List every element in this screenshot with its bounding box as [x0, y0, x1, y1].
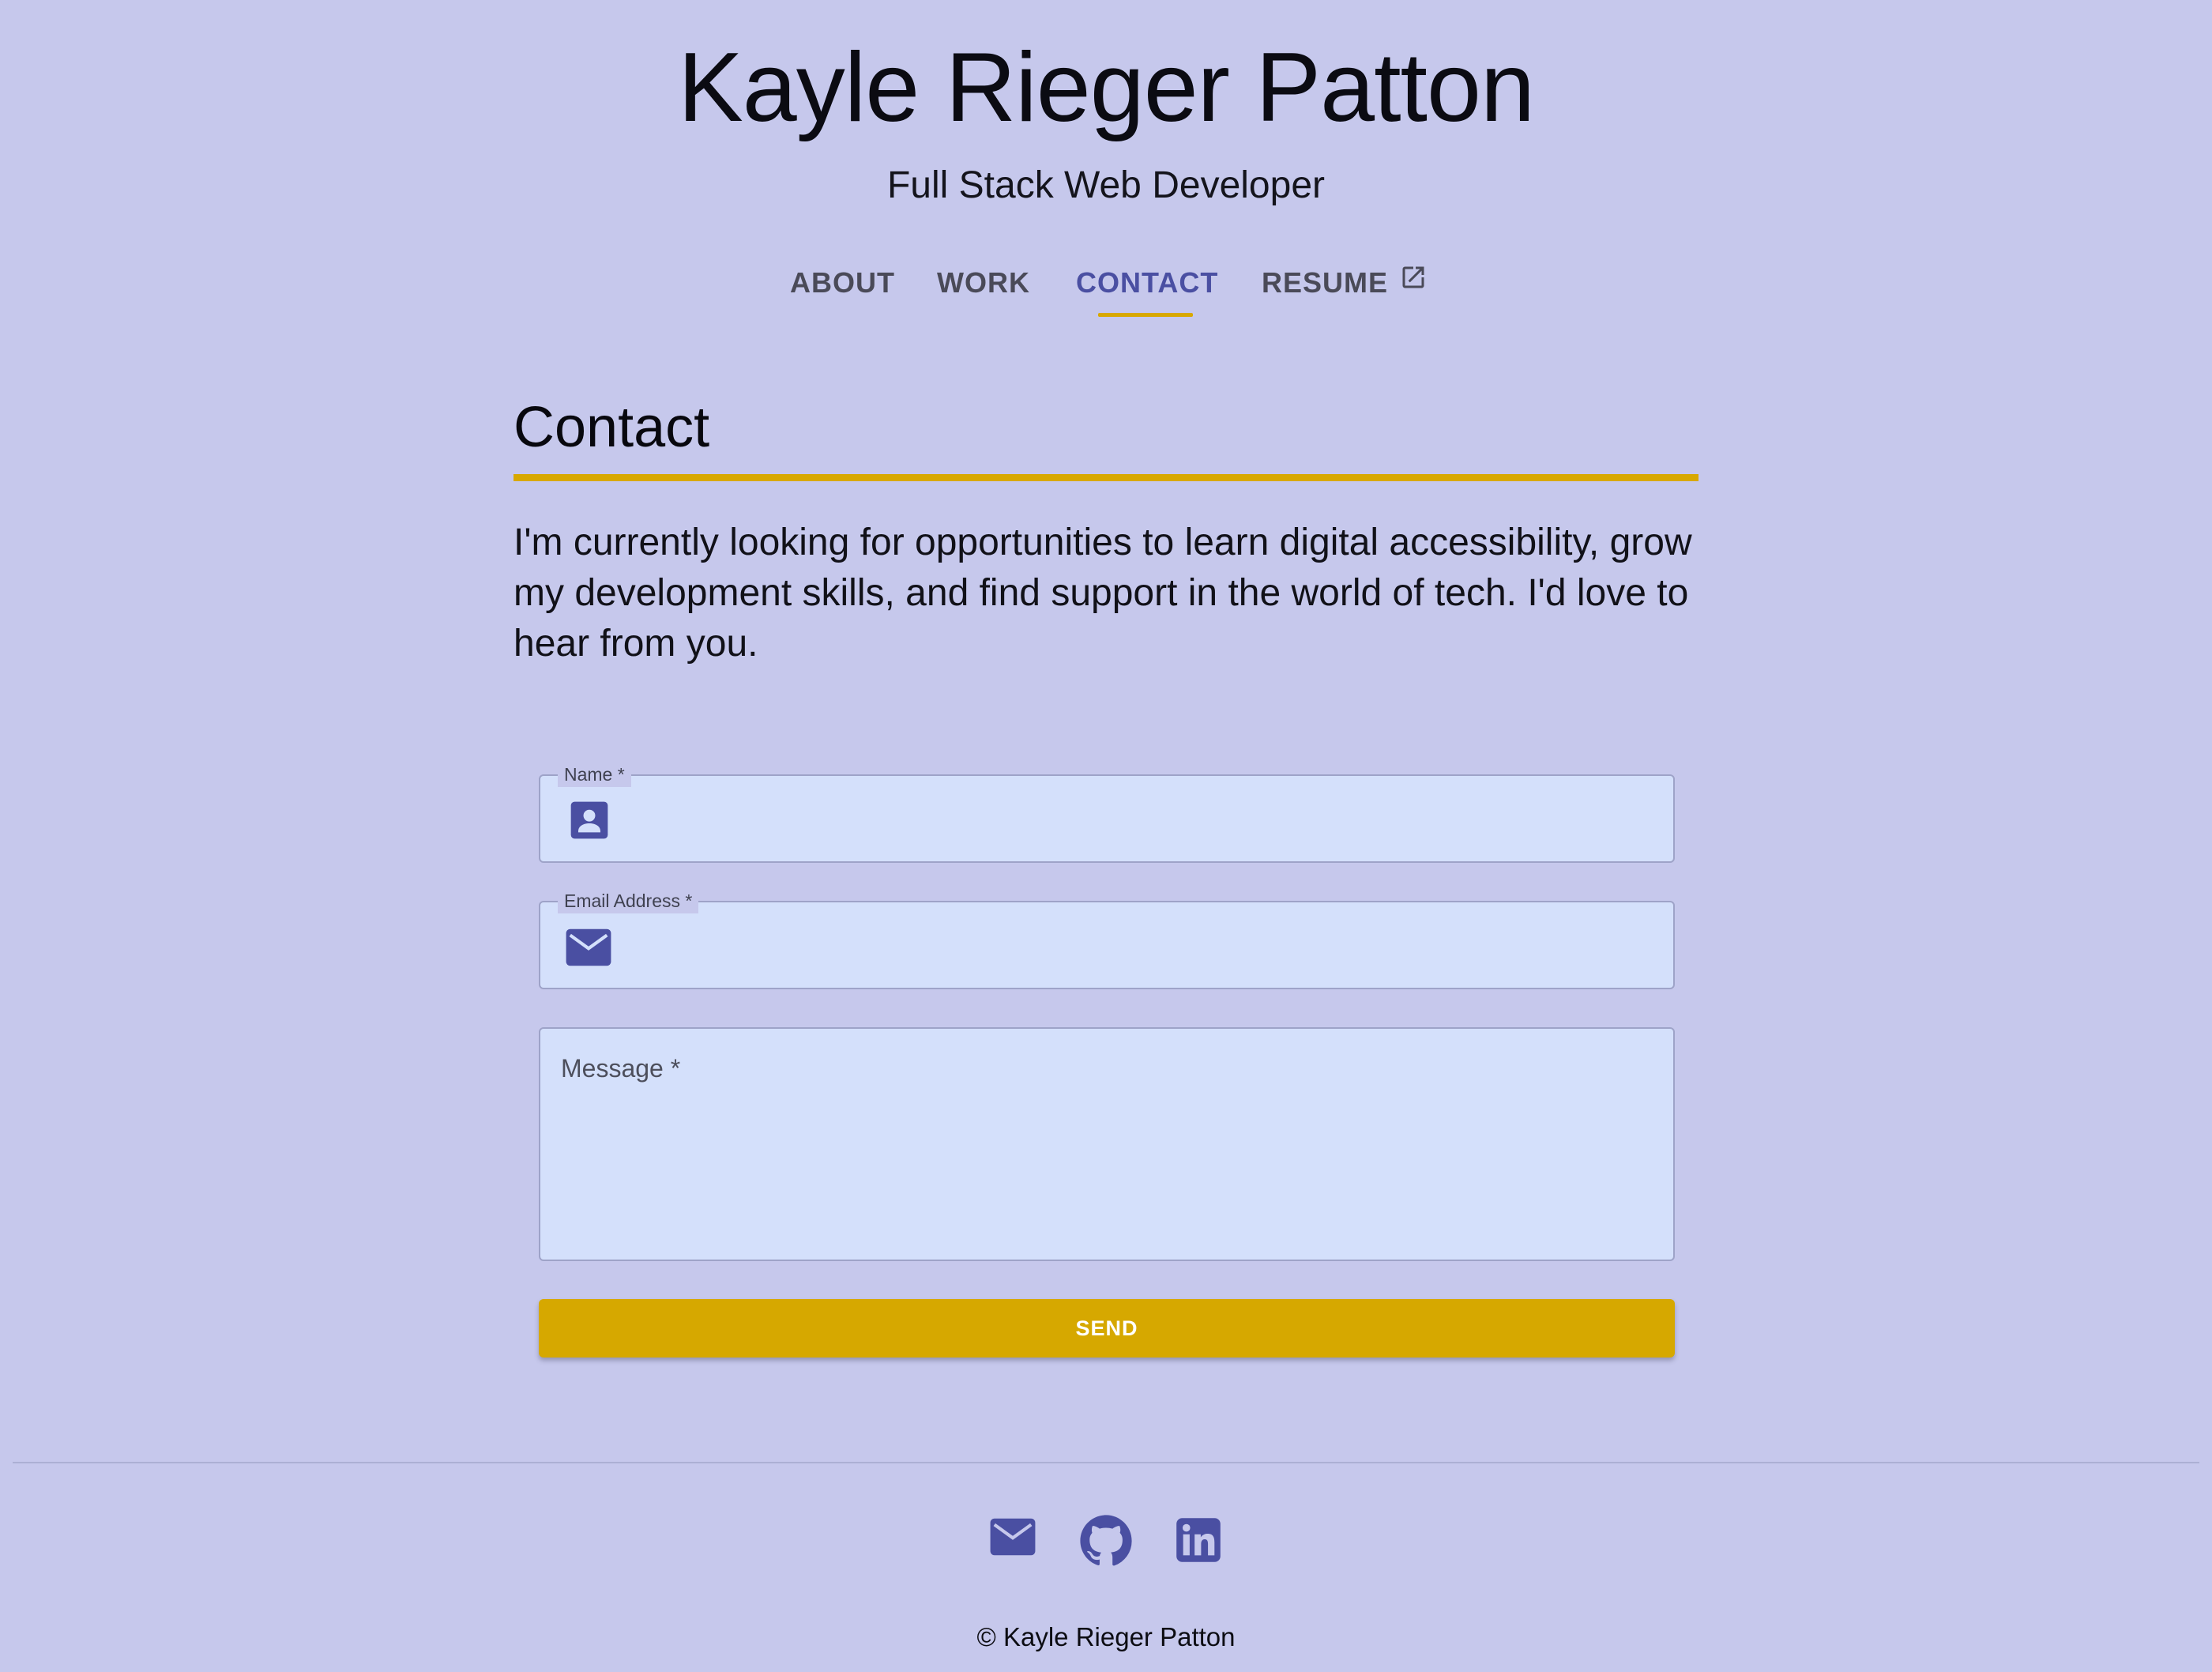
linkedin-icon[interactable]	[1176, 1517, 1221, 1567]
main-nav: ABOUT WORK CONTACT RESUME	[0, 254, 2212, 326]
nav-about[interactable]: ABOUT	[790, 254, 894, 318]
nav-work[interactable]: WORK	[936, 254, 1031, 318]
nav-resume-label: RESUME	[1261, 266, 1389, 299]
name-field[interactable]: Name *	[539, 762, 1675, 863]
email-field-label: Email Address *	[558, 888, 699, 913]
message-field-label: Message *	[561, 1054, 681, 1083]
name-field-label: Name *	[558, 762, 631, 787]
message-field[interactable]: Message *	[539, 1027, 1675, 1261]
send-button[interactable]: SEND	[539, 1299, 1675, 1358]
section-divider	[514, 474, 1698, 481]
message-input[interactable]	[562, 1100, 1657, 1242]
nav-contact[interactable]: CONTACT	[1076, 254, 1217, 318]
contact-intro: I'm currently looking for opportunities …	[514, 522, 1692, 665]
copyright: © Kayle Rieger Patton	[976, 1622, 1236, 1651]
github-icon[interactable]	[1079, 1514, 1133, 1572]
contact-card-icon	[567, 798, 611, 846]
mail-icon	[564, 926, 613, 973]
external-link-icon	[1399, 254, 1428, 311]
name-input[interactable]	[627, 793, 1657, 844]
site-title: Kayle Rieger Patton	[678, 33, 1535, 142]
site-subtitle: Full Stack Web Developer	[886, 164, 1325, 206]
email-field[interactable]: Email Address *	[539, 888, 1675, 989]
page: Kayle Rieger Patton Full Stack Web Devel…	[0, 0, 2212, 1672]
footer-divider	[13, 1462, 2199, 1463]
nav-resume[interactable]: RESUME	[1258, 254, 1431, 318]
nav-active-indicator	[1098, 313, 1193, 317]
section-title: Contact	[514, 396, 710, 459]
mail-icon[interactable]	[988, 1516, 1037, 1562]
email-input[interactable]	[627, 920, 1657, 970]
